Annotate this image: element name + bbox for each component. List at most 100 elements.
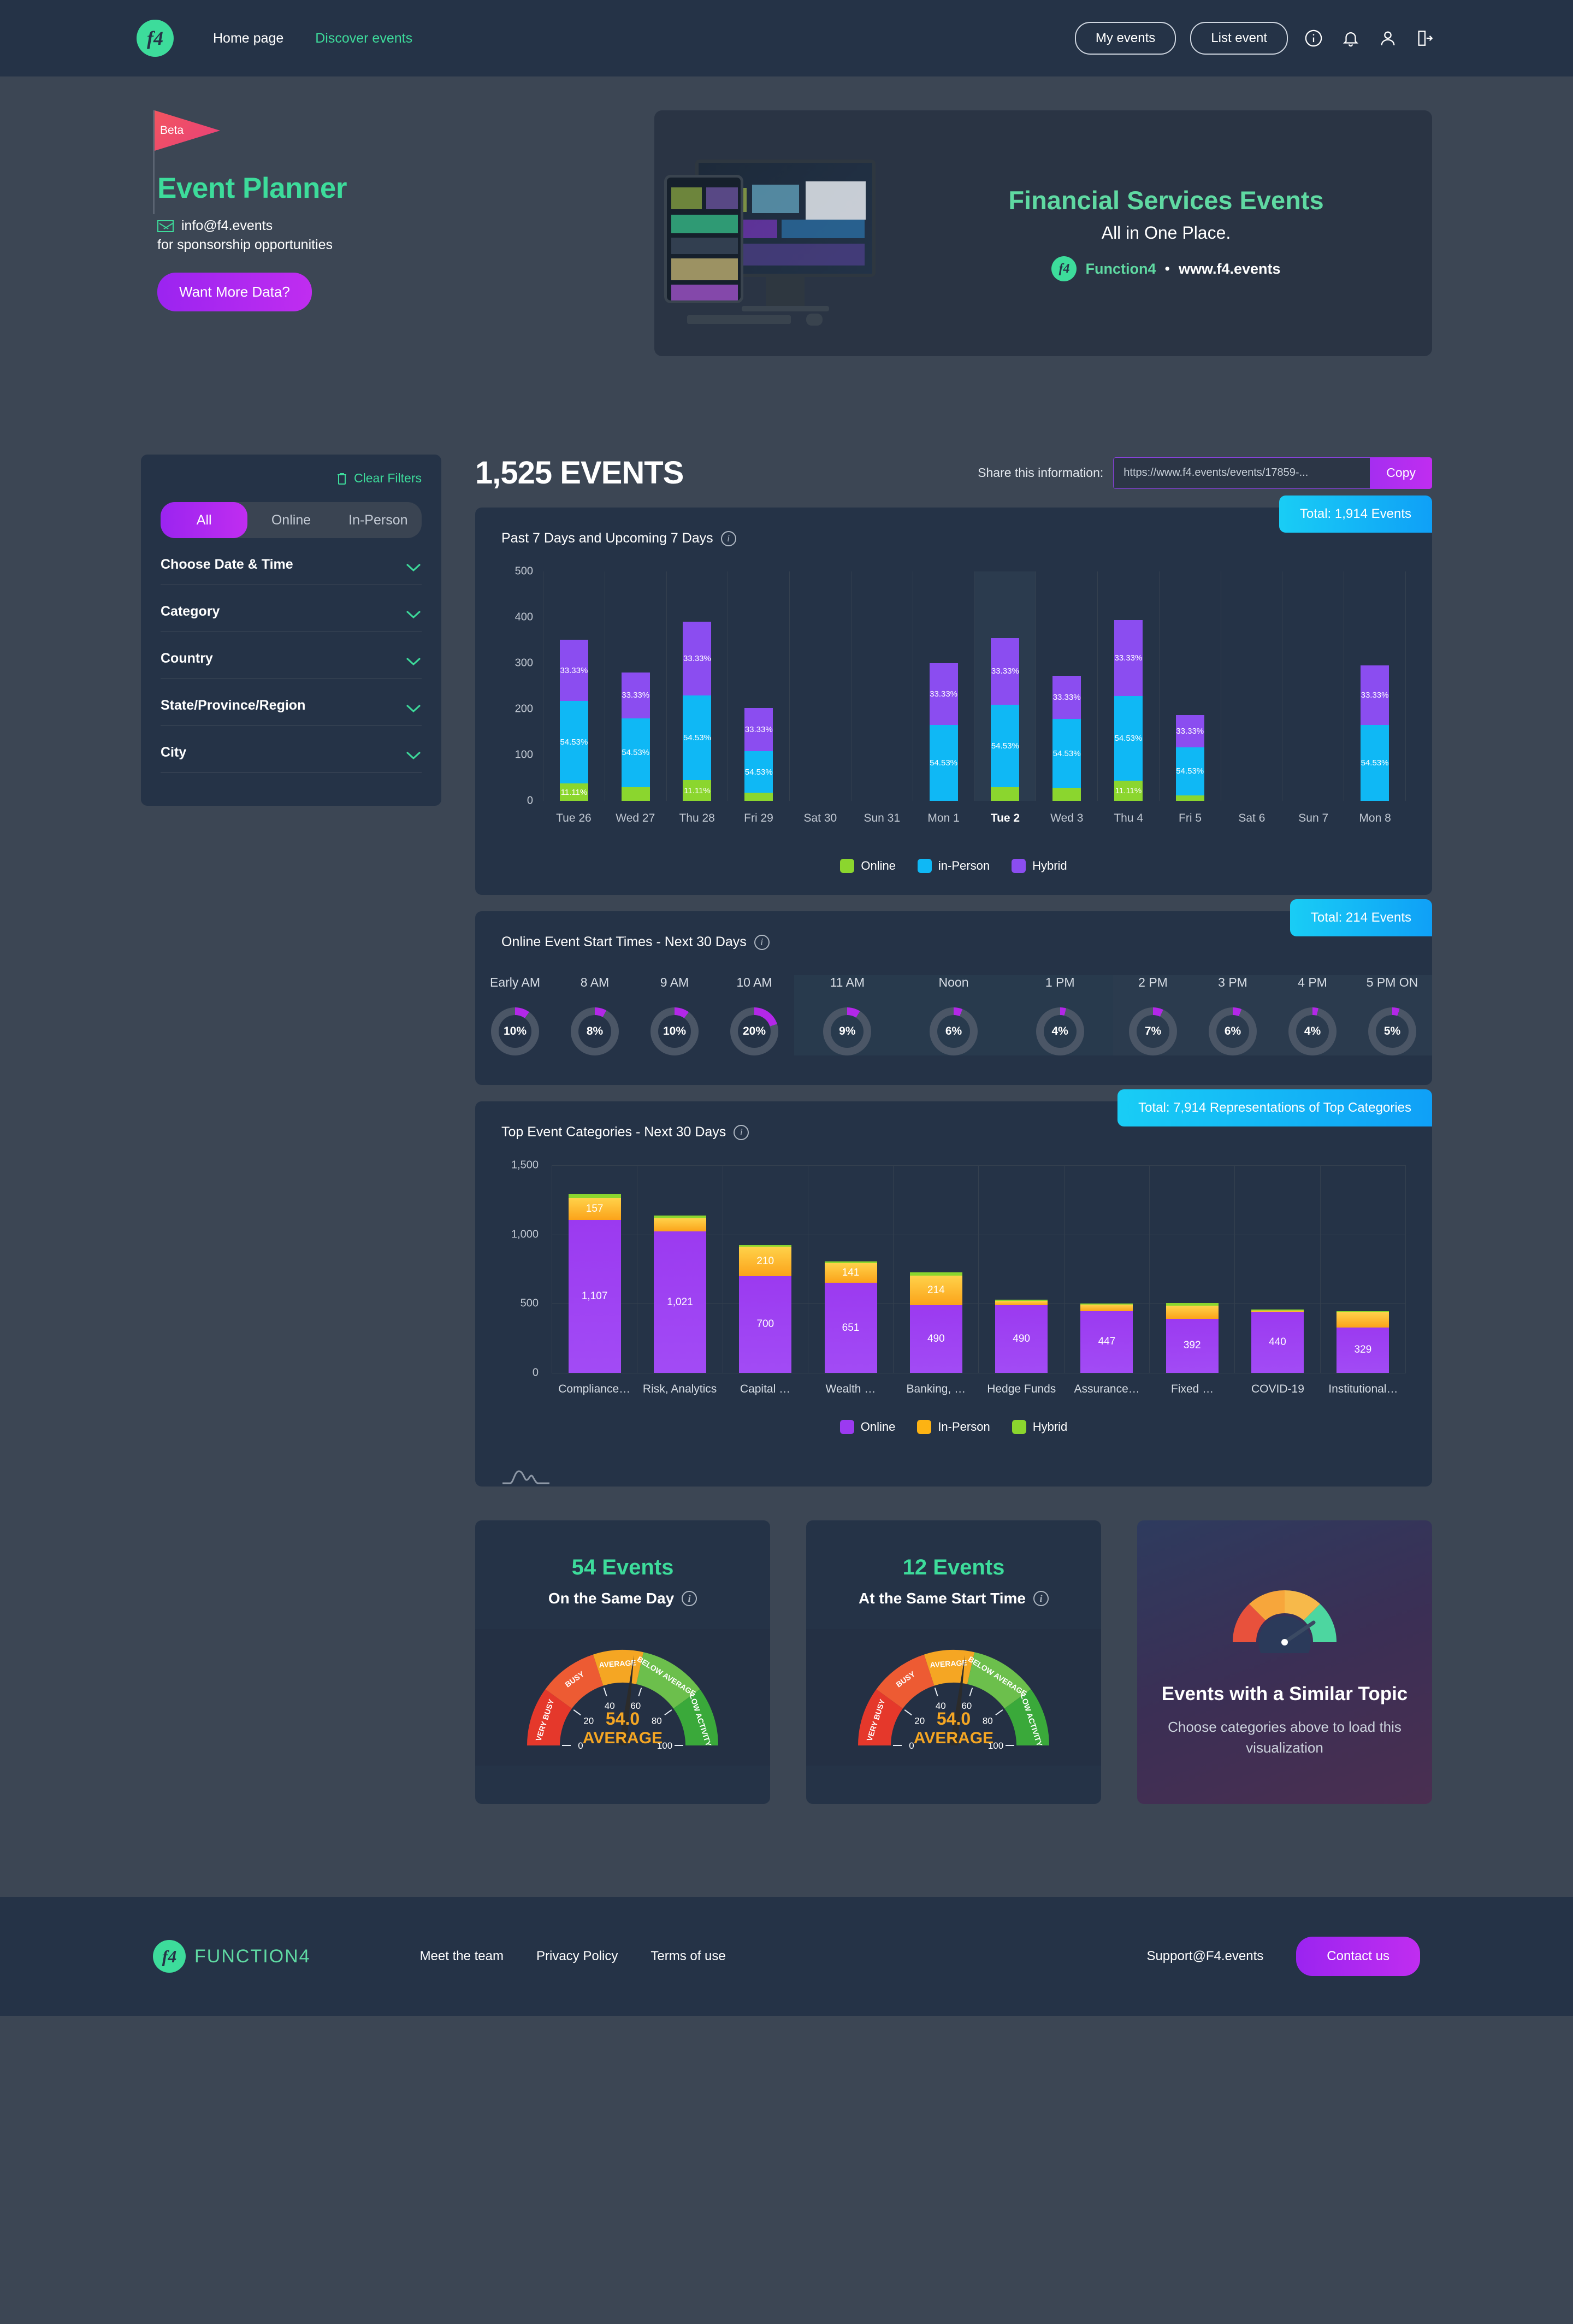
bar-column[interactable]: 33.33% 54.53% [728,571,789,801]
footer-link-meet-the-team[interactable]: Meet the team [420,1949,504,1964]
footer-link-privacy-policy[interactable]: Privacy Policy [536,1949,618,1964]
start-time-slot[interactable]: 1 PM 4% [1007,975,1113,1055]
nav-link-home[interactable]: Home page [213,31,283,46]
chevron-down-icon[interactable] [405,748,422,760]
start-time-slot[interactable]: 11 AM 9% [794,975,901,1055]
stacked-bar[interactable]: 33.33% 54.53% [1361,665,1389,801]
info-icon[interactable]: i [682,1591,697,1606]
stacked-bar[interactable]: 33.33% 54.53% [991,638,1020,801]
chevron-down-icon[interactable] [405,607,422,619]
stacked-bar[interactable]: 214 490 [909,1272,962,1373]
stacked-bar[interactable]: 33.33% 54.53% 11.11% [1114,620,1143,801]
bar-column[interactable] [850,571,913,801]
distribution-wave-icon[interactable] [501,1467,551,1487]
bar-column[interactable]: 490 [978,1165,1063,1373]
bar-column[interactable]: 33.33% 54.53% 11.11% [666,571,728,801]
legend-item[interactable]: In-Person [917,1420,990,1434]
start-time-slot[interactable]: 2 PM 7% [1113,975,1193,1055]
stacked-bar[interactable]: 141 651 [824,1261,877,1373]
footer-logo[interactable]: f4 FUNCTION4 [153,1940,311,1973]
bar-column[interactable] [789,571,851,801]
filter-row-city[interactable]: City [161,726,422,773]
filter-row-date-time[interactable]: Choose Date & Time [161,538,422,585]
bar-column[interactable]: 33.33% 54.53% [912,571,974,801]
contact-email[interactable]: info@f4.events [181,218,273,234]
filter-row-country[interactable]: Country [161,632,422,679]
bell-icon[interactable] [1339,27,1362,50]
stacked-bar[interactable]: 490 [995,1300,1048,1373]
bar-column[interactable] [1282,571,1344,801]
footer-support-email[interactable]: Support@F4.events [1146,1949,1263,1964]
info-icon[interactable] [1302,27,1325,50]
chevron-down-icon[interactable] [405,701,422,713]
info-icon[interactable]: i [754,934,770,950]
stacked-bar[interactable]: 33.33% 54.53% [1052,675,1081,801]
promo-banner[interactable]: Financial Services Events All in One Pla… [654,110,1432,356]
contact-us-button[interactable]: Contact us [1296,1937,1420,1976]
want-more-data-button[interactable]: Want More Data? [157,273,312,311]
start-time-slot[interactable]: Early AM 10% [475,975,555,1055]
legend-item[interactable]: in-Person [917,859,990,873]
start-time-slot[interactable]: Noon 6% [901,975,1007,1055]
legend-item[interactable]: Hybrid [1012,1420,1067,1434]
bar-column[interactable]: 214 490 [893,1165,978,1373]
bar-column[interactable] [1220,571,1282,801]
bar-column[interactable]: 329 [1320,1165,1406,1373]
bar-column[interactable]: 392 [1149,1165,1234,1373]
segment-in-person[interactable]: In-Person [335,502,422,538]
bar-column[interactable]: 157 1,107 [552,1165,637,1373]
copy-button[interactable]: Copy [1370,457,1432,489]
event-type-segmented-control[interactable]: All Online In-Person [161,502,422,538]
start-time-slot[interactable]: 4 PM 4% [1273,975,1352,1055]
stacked-bar[interactable]: 447 [1080,1303,1133,1373]
clear-filters-button[interactable]: Clear Filters [161,471,422,486]
segment-online[interactable]: Online [247,502,334,538]
nav-link-discover-events[interactable]: Discover events [315,31,412,46]
stacked-bar[interactable]: 33.33% 54.53% [744,707,773,801]
bar-column[interactable]: 33.33% 54.53% [604,571,666,801]
stacked-bar[interactable]: 329 [1337,1311,1389,1373]
stacked-bar[interactable]: 157 1,107 [568,1194,621,1373]
bar-column[interactable]: 33.33% 54.53% [1158,571,1221,801]
bar-column[interactable]: 33.33% 54.53% 11.11% [543,571,605,801]
legend-item[interactable]: Online [840,859,896,873]
info-icon[interactable]: i [734,1124,749,1140]
f4-logo[interactable]: f4 [137,20,174,57]
start-time-slot[interactable]: 10 AM 20% [714,975,794,1055]
start-time-slot[interactable]: 8 AM 8% [555,975,635,1055]
bar-column[interactable]: 440 [1234,1165,1320,1373]
segment-all[interactable]: All [161,502,248,538]
chevron-down-icon[interactable] [405,654,422,666]
start-time-slot[interactable]: 5 PM ON 5% [1352,975,1432,1055]
bar-column[interactable]: 33.33% 54.53% [974,571,1036,801]
info-icon[interactable]: i [720,530,736,546]
bar-column[interactable]: 141 651 [807,1165,893,1373]
bar-column[interactable]: 1,021 [637,1165,722,1373]
stacked-bar[interactable]: 440 [1251,1310,1304,1373]
stacked-bar[interactable]: 33.33% 54.53% [1175,715,1204,801]
stacked-bar[interactable]: 210 700 [739,1244,792,1373]
bar-column[interactable]: 33.33% 54.53% [1344,571,1406,801]
similar-topic-card[interactable]: Events with a Similar Topic Choose categ… [1137,1520,1432,1804]
legend-item[interactable]: Online [839,1420,895,1434]
user-icon[interactable] [1376,27,1399,50]
logout-icon[interactable] [1414,27,1436,50]
stacked-bar[interactable]: 392 [1166,1303,1219,1373]
bar-column[interactable]: 210 700 [722,1165,808,1373]
filter-row-state[interactable]: State/Province/Region [161,679,422,726]
stacked-bar[interactable]: 33.33% 54.53% 11.11% [683,622,712,801]
info-icon[interactable]: i [1033,1591,1049,1606]
bar-column[interactable]: 33.33% 54.53% 11.11% [1097,571,1159,801]
start-time-slot[interactable]: 3 PM 6% [1193,975,1273,1055]
filter-row-category[interactable]: Category [161,585,422,632]
legend-item[interactable]: Hybrid [1012,859,1067,873]
stacked-bar[interactable]: 1,021 [653,1216,706,1373]
share-url-input[interactable] [1113,457,1370,489]
stacked-bar[interactable]: 33.33% 54.53% [621,672,650,801]
stacked-bar[interactable]: 33.33% 54.53% 11.11% [559,640,588,801]
bar-column[interactable]: 447 [1063,1165,1149,1373]
bar-column[interactable]: 33.33% 54.53% [1036,571,1097,801]
chevron-down-icon[interactable] [405,560,422,572]
my-events-button[interactable]: My events [1074,22,1176,55]
stacked-bar[interactable]: 33.33% 54.53% [929,663,958,801]
